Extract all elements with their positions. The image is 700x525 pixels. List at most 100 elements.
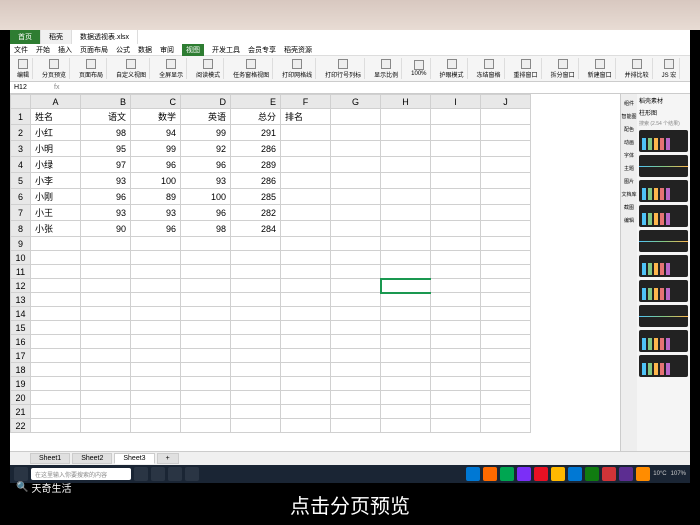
menu-file[interactable]: 文件 (14, 45, 28, 55)
cell[interactable] (431, 279, 481, 293)
cell[interactable] (81, 307, 131, 321)
cell[interactable] (381, 265, 431, 279)
cell[interactable] (81, 419, 131, 433)
cell[interactable] (381, 157, 431, 173)
col-header[interactable]: A (31, 95, 81, 109)
row-header[interactable]: 3 (11, 141, 31, 157)
row-header[interactable]: 1 (11, 109, 31, 125)
cell[interactable] (281, 321, 331, 335)
cell[interactable] (281, 157, 331, 173)
tab-docer[interactable]: 稻壳 (41, 30, 72, 44)
row-header[interactable]: 6 (11, 189, 31, 205)
cell[interactable] (81, 349, 131, 363)
chart-thumb[interactable] (639, 130, 688, 152)
task-icon[interactable] (534, 467, 548, 481)
cell[interactable]: 100 (181, 189, 231, 205)
cell[interactable]: 98 (81, 125, 131, 141)
cell[interactable] (331, 173, 381, 189)
cell[interactable] (381, 251, 431, 265)
cell[interactable]: 89 (131, 189, 181, 205)
name-box[interactable] (14, 84, 44, 91)
cell[interactable] (481, 141, 531, 157)
side-tab[interactable]: 配色 (624, 126, 634, 133)
cell[interactable] (331, 265, 381, 279)
cell[interactable] (381, 349, 431, 363)
side-tab[interactable]: 编辑 (624, 217, 634, 224)
cell[interactable] (481, 125, 531, 141)
ribbon-item[interactable]: 分页预览 (39, 58, 70, 79)
task-icon[interactable] (466, 467, 480, 481)
cell[interactable] (381, 335, 431, 349)
col-header[interactable]: F (281, 95, 331, 109)
cell[interactable] (481, 251, 531, 265)
cell[interactable]: 姓名 (31, 109, 81, 125)
row-header[interactable]: 17 (11, 349, 31, 363)
chart-thumb[interactable] (639, 180, 688, 202)
task-icon[interactable] (636, 467, 650, 481)
chart-thumb[interactable] (639, 255, 688, 277)
side-tab[interactable]: 主题 (624, 165, 634, 172)
cell[interactable] (431, 125, 481, 141)
cell[interactable] (231, 377, 281, 391)
cell[interactable] (431, 391, 481, 405)
cell[interactable] (331, 109, 381, 125)
cell[interactable] (331, 419, 381, 433)
row-header[interactable]: 14 (11, 307, 31, 321)
cell[interactable] (81, 251, 131, 265)
cell[interactable] (381, 293, 431, 307)
col-header[interactable]: D (181, 95, 231, 109)
cell[interactable]: 96 (181, 157, 231, 173)
cell[interactable] (31, 293, 81, 307)
cell[interactable] (331, 391, 381, 405)
cell[interactable] (331, 293, 381, 307)
ribbon-item[interactable]: 护眼模式 (437, 58, 468, 79)
cell[interactable] (181, 237, 231, 251)
spreadsheet-grid[interactable]: ABCDEFGHIJ1姓名语文数学英语总分排名2小红9894992913小明95… (10, 94, 620, 451)
cell[interactable] (81, 293, 131, 307)
cell[interactable] (431, 377, 481, 391)
cell[interactable]: 小刚 (31, 189, 81, 205)
col-header[interactable]: E (231, 95, 281, 109)
cell[interactable]: 96 (131, 221, 181, 237)
cell[interactable]: 90 (81, 221, 131, 237)
ribbon-item[interactable]: 打印行号列标 (322, 58, 365, 79)
cell[interactable]: 小红 (31, 125, 81, 141)
menu-formula[interactable]: 公式 (116, 45, 130, 55)
task-icon[interactable] (500, 467, 514, 481)
cell[interactable] (431, 221, 481, 237)
cell[interactable]: 总分 (231, 109, 281, 125)
cell[interactable] (381, 125, 431, 141)
cell[interactable] (131, 405, 181, 419)
cell[interactable] (131, 377, 181, 391)
cell[interactable] (281, 335, 331, 349)
cell[interactable] (431, 405, 481, 419)
cell[interactable] (31, 265, 81, 279)
cell[interactable] (181, 279, 231, 293)
chart-thumb[interactable] (639, 330, 688, 352)
cell[interactable]: 排名 (281, 109, 331, 125)
cell[interactable] (381, 173, 431, 189)
menu-view[interactable]: 视图 (182, 44, 204, 56)
cell[interactable] (481, 189, 531, 205)
cell[interactable] (231, 279, 281, 293)
cell[interactable] (131, 321, 181, 335)
cell[interactable]: 93 (131, 205, 181, 221)
cell[interactable]: 数学 (131, 109, 181, 125)
cell[interactable] (431, 307, 481, 321)
row-header[interactable]: 2 (11, 125, 31, 141)
cell[interactable]: 小明 (31, 141, 81, 157)
cell[interactable] (431, 189, 481, 205)
cell[interactable] (181, 251, 231, 265)
cell[interactable] (381, 205, 431, 221)
cell[interactable] (331, 279, 381, 293)
task-icon[interactable] (185, 467, 199, 481)
cell[interactable] (381, 377, 431, 391)
chart-thumb[interactable] (639, 355, 688, 377)
cell[interactable]: 96 (181, 205, 231, 221)
cell[interactable] (181, 293, 231, 307)
row-header[interactable]: 16 (11, 335, 31, 349)
cell[interactable] (31, 419, 81, 433)
cell[interactable] (481, 405, 531, 419)
cell[interactable] (131, 279, 181, 293)
menu-review[interactable]: 审阅 (160, 45, 174, 55)
